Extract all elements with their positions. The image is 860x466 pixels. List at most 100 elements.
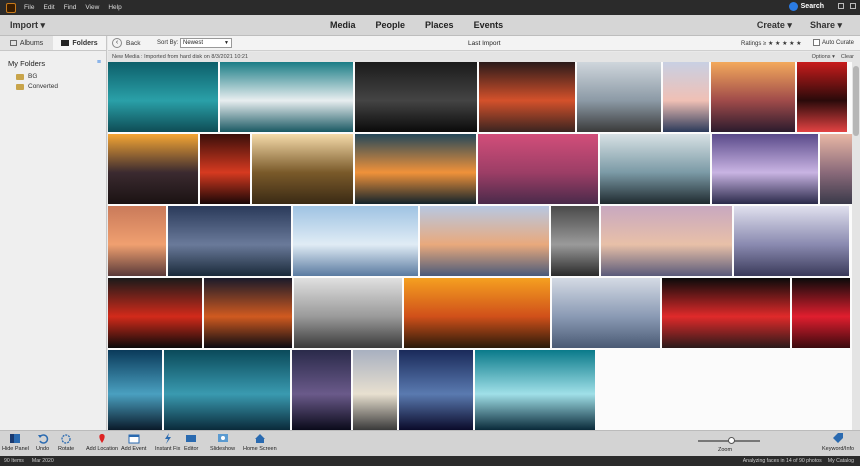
- slideshow-button[interactable]: Slideshow: [210, 433, 235, 452]
- photo-thumbnail-red-moon[interactable]: [108, 278, 202, 348]
- tab-media[interactable]: Media: [330, 20, 356, 30]
- photo-thumbnail-fuji-blue[interactable]: [293, 206, 418, 276]
- photo-thumbnail-peak-blue[interactable]: [420, 206, 549, 276]
- folder-icon: [16, 83, 24, 90]
- auto-curate-checkbox[interactable]: Auto Curate: [813, 39, 854, 46]
- search-button[interactable]: Search: [788, 2, 824, 11]
- photo-thumbnail-rocky-shore[interactable]: [353, 350, 397, 430]
- rotate-icon: [61, 434, 71, 444]
- photo-thumbnail-pale-hills[interactable]: [552, 278, 660, 348]
- photo-thumbnail-golden-gate-fog[interactable]: [294, 278, 402, 348]
- tab-folders[interactable]: Folders: [53, 36, 106, 50]
- create-button[interactable]: Create ▾: [757, 20, 792, 31]
- menu-edit[interactable]: Edit: [43, 4, 54, 11]
- item-count: 90 Items: [4, 458, 24, 464]
- photo-thumbnail-couple-tree-sunset[interactable]: [108, 134, 198, 204]
- clear-button[interactable]: Clear: [841, 54, 854, 60]
- close-icon[interactable]: [850, 3, 856, 9]
- photo-thumbnail-snowy-mountain[interactable]: [168, 206, 291, 276]
- photo-thumbnail-hills-sunset[interactable]: [711, 62, 795, 132]
- menu-view[interactable]: View: [85, 4, 99, 11]
- app-logo-icon: [6, 2, 16, 13]
- photo-thumbnail-lone-tree-red[interactable]: [797, 62, 847, 132]
- rotate-button[interactable]: Rotate: [58, 433, 74, 452]
- sort-select[interactable]: Newest ▼: [180, 38, 232, 48]
- undo-button[interactable]: Undo: [36, 433, 49, 452]
- photo-thumbnail-lake-sunset[interactable]: [355, 134, 476, 204]
- view-title: Last Import: [468, 40, 501, 47]
- tab-people[interactable]: People: [376, 20, 406, 30]
- photo-grid: [108, 62, 852, 430]
- photo-thumbnail-galaxy-stars[interactable]: [399, 350, 473, 430]
- photo-thumbnail-red-jellyfish[interactable]: [662, 278, 790, 348]
- checkbox-icon: [813, 39, 820, 46]
- list-options-icon[interactable]: ≡: [97, 59, 101, 68]
- home-icon: [254, 434, 265, 443]
- home-screen-button[interactable]: Home Screen: [243, 433, 277, 452]
- photo-thumbnail-meadow-sun[interactable]: [252, 134, 353, 204]
- tab-events[interactable]: Events: [474, 20, 504, 30]
- analysis-status: Analyzing faces in 14 of 90 photos: [742, 458, 822, 464]
- photo-thumbnail-golden-gate-night[interactable]: [204, 278, 292, 348]
- photo-thumbnail-rain-drops[interactable]: [355, 62, 477, 132]
- photo-thumbnail-misty-island[interactable]: [712, 134, 818, 204]
- photo-thumbnail-wave-tunnel[interactable]: [475, 350, 595, 430]
- album-icon: [9, 40, 17, 46]
- folder-item-bg[interactable]: BG: [0, 68, 106, 80]
- scrollbar[interactable]: [852, 62, 860, 430]
- zoom-slider-handle[interactable]: [728, 437, 735, 444]
- photo-thumbnail-red-keyboard[interactable]: [792, 278, 850, 348]
- map-pin-icon: [99, 434, 105, 443]
- tag-icon: [833, 433, 844, 443]
- photo-thumbnail-waves-shore[interactable]: [220, 62, 353, 132]
- keyword-info-button[interactable]: Keyword/Info: [822, 433, 854, 452]
- photo-thumbnail-red-clouds[interactable]: [479, 62, 575, 132]
- editor-button[interactable]: Editor: [184, 433, 198, 452]
- photo-thumbnail-bokeh-red[interactable]: [200, 134, 250, 204]
- photo-thumbnail-mountain-dusk[interactable]: [663, 62, 709, 132]
- menu-bar: File Edit Find View Help Search: [0, 0, 860, 15]
- options-button[interactable]: Options ▾: [812, 54, 835, 60]
- chevron-down-icon: ▾: [40, 20, 46, 30]
- photo-thumbnail-night-hill[interactable]: [292, 350, 351, 430]
- photo-thumbnail-orange-horizon[interactable]: [404, 278, 550, 348]
- photo-thumbnail-underwater-rays[interactable]: [164, 350, 290, 430]
- add-event-button[interactable]: Add Event: [121, 433, 146, 452]
- ratings-filter[interactable]: Ratings ≥ ★ ★ ★ ★ ★: [741, 40, 802, 47]
- import-info: New Media : Imported from hard disk on 8…: [112, 54, 249, 60]
- search-icon: [788, 2, 798, 11]
- photo-thumbnail-fog-pink[interactable]: [820, 134, 852, 204]
- photo-thumbnail-pastel-hills[interactable]: [601, 206, 732, 276]
- panel-icon: [10, 434, 21, 443]
- photo-thumbnail-sun-pyramid[interactable]: [108, 206, 166, 276]
- tab-places[interactable]: Places: [425, 20, 454, 30]
- back-button[interactable]: ‹ Back: [112, 38, 140, 48]
- window-controls: [838, 3, 856, 9]
- scrollbar-thumb[interactable]: [853, 66, 859, 136]
- photo-thumbnail-street-lamp[interactable]: [577, 62, 661, 132]
- search-label: Search: [800, 3, 824, 10]
- photo-thumbnail-trees-silhouette[interactable]: [600, 134, 710, 204]
- date-filter[interactable]: Mar 2020: [32, 458, 54, 464]
- photo-thumbnail-pink-lake[interactable]: [478, 134, 598, 204]
- hide-panel-button[interactable]: Hide Panel: [2, 433, 29, 452]
- top-nav: Import ▾ Media People Places Events Crea…: [0, 15, 860, 36]
- editor-icon: [186, 435, 197, 442]
- menu-find[interactable]: Find: [64, 4, 77, 11]
- menu-file[interactable]: File: [24, 4, 34, 11]
- import-button[interactable]: Import ▾: [10, 20, 45, 31]
- minimize-icon[interactable]: [838, 3, 844, 9]
- add-location-button[interactable]: Add Location: [86, 433, 118, 452]
- catalog-name[interactable]: My Catalog: [828, 458, 854, 464]
- photo-thumbnail-layered-clouds[interactable]: [551, 206, 599, 276]
- bottom-toolbar: Hide Panel Undo Rotate Add Location Add …: [0, 430, 860, 456]
- menu-help[interactable]: Help: [108, 4, 121, 11]
- instant-fix-button[interactable]: Instant Fix: [155, 433, 180, 452]
- photo-thumbnail-ocean-aerial[interactable]: [108, 62, 218, 132]
- folder-item-converted[interactable]: Converted: [0, 80, 106, 90]
- share-button[interactable]: Share ▾: [810, 20, 842, 31]
- photo-thumbnail-blue-wave[interactable]: [108, 350, 162, 430]
- photo-thumbnail-purple-range[interactable]: [734, 206, 849, 276]
- status-bar: 90 Items Mar 2020 Analyzing faces in 14 …: [0, 456, 860, 466]
- tab-albums[interactable]: Albums: [0, 36, 53, 50]
